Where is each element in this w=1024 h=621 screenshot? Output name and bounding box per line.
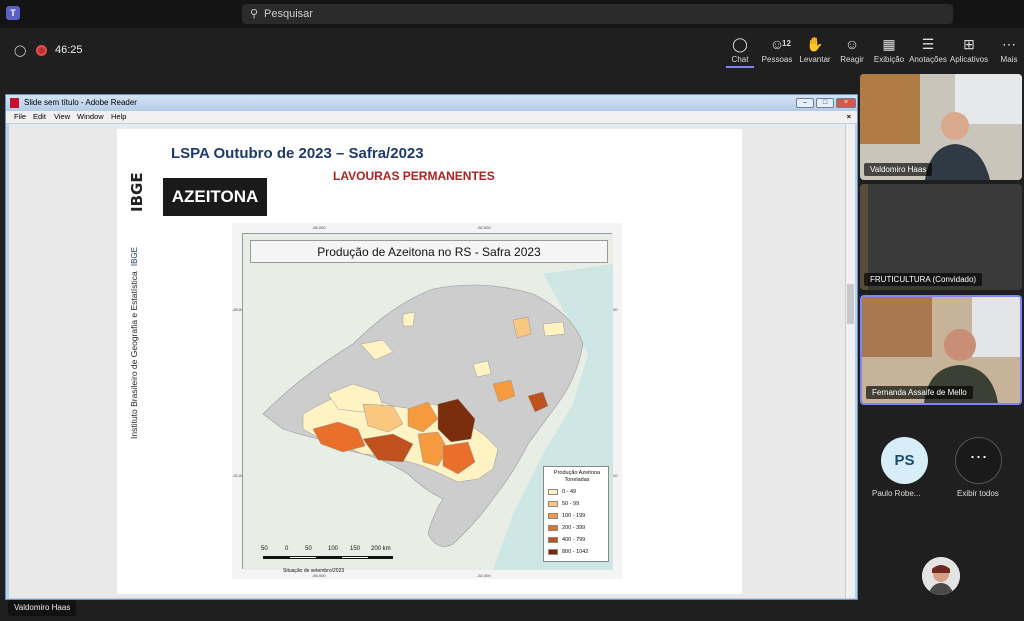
legend-label: 800 - 1042 — [562, 549, 589, 555]
institute-name: Instituto Brasileiro de Geografia e Esta… — [129, 271, 139, 439]
slide-page: IBGE Instituto Brasileiro de Geografia e… — [117, 129, 742, 594]
coord-label: -52,000 — [477, 225, 491, 230]
participant-tile-speaking[interactable]: Fernanda Assaife de Mello — [860, 295, 1022, 405]
menu-view[interactable]: View — [54, 112, 70, 121]
legend-label: 200 - 399 — [562, 525, 586, 531]
ellipsis-icon: ⋯ — [1002, 36, 1016, 52]
institute-short: IBGE — [130, 247, 139, 266]
show-all-label: Exibir todos — [957, 489, 999, 498]
minimize-icon[interactable]: – — [796, 98, 814, 108]
participant-name: Fernanda Assaife de Mello — [866, 386, 973, 399]
notes-button[interactable]: ☰ Anotações — [905, 36, 951, 68]
reader-menubar: File Edit View Window Help × — [6, 111, 857, 123]
map-canvas: Produção de Azeitona no RS - Safra 2023 … — [242, 233, 613, 574]
legend-label: 0 - 49 — [562, 489, 577, 495]
scale-label: 100 — [328, 546, 339, 552]
ellipsis-icon: ⋯ — [969, 447, 988, 467]
notes-label: Anotações — [909, 55, 947, 64]
slide-title: LSPA Outubro de 2023 – Safra/2023 — [171, 145, 424, 162]
self-avatar[interactable] — [922, 557, 960, 595]
scale-label: 50 — [305, 546, 312, 552]
shield-icon[interactable]: ◯ — [14, 44, 26, 57]
scale-label: 150 — [350, 546, 361, 552]
more-label: Mais — [1000, 55, 1018, 64]
map-situation: Situação de setembro/2023 — [283, 568, 345, 574]
more-button[interactable]: ⋯ Mais — [986, 36, 1024, 68]
maximize-icon[interactable]: □ — [816, 98, 834, 108]
participant-avatar[interactable]: PS — [881, 437, 928, 484]
legend-label: 400 - 799 — [562, 537, 586, 543]
legend-swatch — [548, 513, 558, 519]
self-video — [922, 557, 960, 595]
show-all-button[interactable]: ⋯ — [955, 437, 1002, 484]
coord-label: -52,000 — [477, 573, 491, 578]
reader-title: Slide sem título - Adobe Reader — [24, 98, 137, 107]
map-figure: -56,000 -52,000 -56,000 -52,000 -28,000 … — [232, 223, 622, 579]
slide-subtitle: LAVOURAS PERMANENTES — [333, 169, 495, 183]
map-legend: Produção Azeitona Toneladas 0 - 49 50 - … — [543, 466, 609, 562]
scale-label: 0 — [285, 546, 289, 552]
title-bar: T ⚲ Pesquisar — [0, 0, 1024, 28]
legend-swatch — [548, 525, 558, 531]
institute-text: Instituto Brasileiro de Geografia e Esta… — [129, 247, 139, 439]
legend-swatch — [548, 501, 558, 507]
pdf-icon — [10, 98, 19, 108]
map-title: Produção de Azeitona no RS - Safra 2023 — [250, 240, 608, 263]
legend-title: Produção Azeitona Toneladas — [553, 470, 601, 483]
ibge-logo-text: IBGE — [128, 172, 146, 212]
chat-active-indicator — [726, 66, 754, 68]
notes-icon: ☰ — [921, 36, 935, 52]
legend-swatch — [548, 489, 558, 495]
crop-label: AZEITONA — [163, 178, 267, 216]
legend-label: 100 - 199 — [562, 513, 586, 519]
people-count: 12 — [782, 39, 791, 48]
search-input[interactable]: ⚲ Pesquisar — [242, 4, 953, 24]
document-area: IBGE Instituto Brasileiro de Geografia e… — [9, 124, 845, 598]
presenter-name: Valdomiro Haas — [8, 600, 77, 616]
close-icon[interactable]: × — [836, 98, 856, 108]
scale-label: 50 — [261, 546, 268, 552]
search-placeholder: Pesquisar — [264, 8, 313, 20]
close-document-icon[interactable]: × — [847, 112, 851, 121]
menu-edit[interactable]: Edit — [33, 112, 46, 121]
legend-swatch — [548, 537, 558, 543]
menu-help[interactable]: Help — [111, 112, 126, 121]
menu-file[interactable]: File — [14, 112, 26, 121]
legend-swatch — [548, 549, 558, 555]
shared-screen-reader-window: Slide sem título - Adobe Reader – □ × Fi… — [5, 94, 858, 600]
ibge-logo: IBGE — [128, 172, 146, 212]
scale-label: 200 km — [371, 546, 391, 552]
teams-logo-icon: T — [6, 6, 20, 20]
participant-name: Paulo Robe... — [872, 489, 921, 498]
search-icon: ⚲ — [250, 8, 259, 20]
legend-label: 50 - 99 — [562, 501, 580, 507]
meeting-timer: 46:25 — [55, 44, 83, 56]
participant-tile[interactable]: FRUTICULTURA (Convidado) — [860, 184, 1022, 290]
participant-name: Valdomiro Haas — [864, 163, 933, 176]
recording-icon — [36, 45, 47, 56]
meeting-toolbar: ◯ 46:25 ◯ Chat ☺ 12 Pessoas ✋ Levantar ☺… — [0, 28, 1024, 72]
reader-titlebar: Slide sem título - Adobe Reader – □ × — [6, 95, 857, 111]
scroll-thumb[interactable] — [847, 284, 854, 324]
menu-window[interactable]: Window — [77, 112, 104, 121]
scale-bar — [263, 556, 393, 559]
participant-tile[interactable]: Valdomiro Haas — [860, 74, 1022, 180]
participant-name: FRUTICULTURA (Convidado) — [864, 273, 983, 286]
vertical-scrollbar[interactable] — [845, 124, 855, 598]
coord-label: -56,000 — [312, 225, 326, 230]
